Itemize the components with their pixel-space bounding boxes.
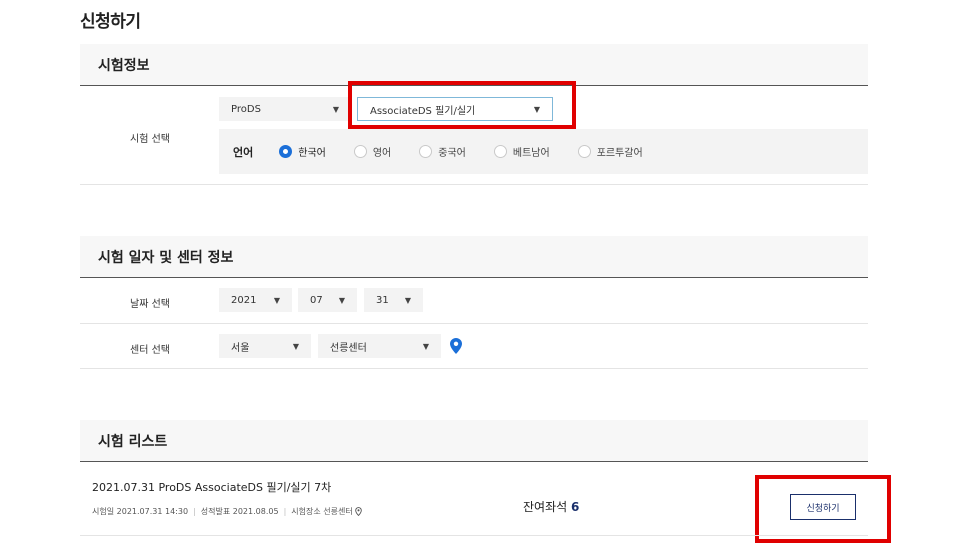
chevron-down-icon: ▼ [292,341,299,351]
region-value: 서울 [231,342,250,354]
year-select[interactable]: 2021 ▼ [219,288,292,312]
place-value: 선릉센터 [323,507,353,516]
radio-unchecked-icon [577,145,591,158]
region-select[interactable]: 서울 ▼ [219,334,311,358]
center-select[interactable]: 선릉센터 ▼ [318,334,441,358]
map-pin-icon[interactable] [450,338,462,354]
radio-unchecked-icon [493,145,507,158]
divider [80,184,868,185]
radio-unchecked-icon [353,145,367,158]
result-date-label: 성적발표 [200,507,231,516]
year-value: 2021 [231,294,257,306]
separator: | [193,507,196,516]
language-option-english[interactable]: 영어 [353,144,391,159]
place-label: 시험장소 [291,507,321,516]
exam-select-label: 시험 선택 [130,134,170,145]
chevron-down-icon: ▼ [273,295,280,305]
center-select-label: 센터 선택 [130,345,170,356]
exam-item-meta: 시험일 2021.07.31 14:30 | 성적발표 2021.08.05 |… [92,506,363,517]
language-option-chinese[interactable]: 중국어 [419,144,466,159]
remaining-seats: 잔여좌석 6 [523,498,579,515]
map-pin-outline-icon[interactable] [355,507,363,516]
exam-item-title: 2021.07.31 ProDS AssociateDS 필기/실기 7차 [92,481,332,494]
exam-type-select[interactable]: ProDS ▼ [219,97,351,121]
highlight-box [348,81,576,129]
exam-list-header: 시험 리스트 [80,420,868,462]
language-option-korean[interactable]: 한국어 [279,144,326,159]
month-value: 07 [310,294,323,306]
chevron-down-icon: ▼ [332,104,339,114]
center-value: 선릉센터 [330,342,367,354]
language-option-vietnamese[interactable]: 베트남어 [493,144,550,159]
radio-checked-icon [279,145,293,158]
divider [80,323,868,324]
exam-date-value: 2021.07.31 14:30 [116,507,189,516]
exam-info-header: 시험정보 [80,44,868,86]
date-select-label: 날짜 선택 [130,299,170,310]
radio-unchecked-icon [419,145,433,158]
chevron-down-icon: ▼ [338,295,345,305]
exam-type-value: ProDS [231,103,261,115]
highlight-box [755,475,891,543]
chevron-down-icon: ▼ [404,295,411,305]
page-title: 신청하기 [80,12,141,32]
day-value: 31 [376,294,389,306]
chevron-down-icon: ▼ [422,341,429,351]
divider [80,535,868,536]
schedule-header: 시험 일자 및 센터 정보 [80,236,868,278]
seats-count: 6 [571,500,580,514]
result-date-value: 2021.08.05 [232,507,279,516]
language-option-portuguese[interactable]: 포르투갈어 [577,144,643,159]
day-select[interactable]: 31 ▼ [364,288,423,312]
month-select[interactable]: 07 ▼ [298,288,357,312]
seats-label: 잔여좌석 [523,500,568,514]
separator: | [283,507,287,516]
language-label: 언어 [233,145,254,159]
language-selector: 언어 한국어 영어 중국어 베트남어 포르투갈어 [219,129,868,174]
divider [80,368,868,369]
exam-date-label: 시험일 [92,507,115,516]
